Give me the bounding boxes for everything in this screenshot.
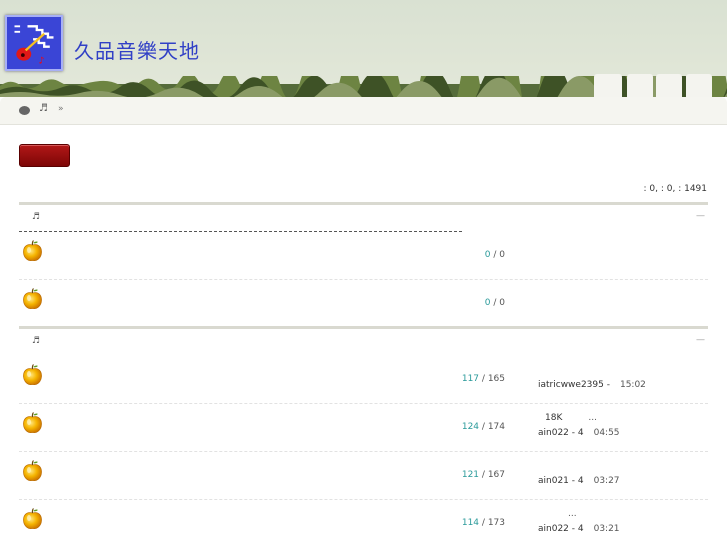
last-post-time: 03:27 xyxy=(593,476,620,486)
forum-row[interactable]: 0 / 0 xyxy=(19,232,708,280)
header-tab-1[interactable] xyxy=(594,74,622,97)
last-post[interactable]: iatricwwe2395 - 15:02 xyxy=(538,356,708,404)
forum-status-icon xyxy=(23,460,42,481)
forum-counts: 0 / 0 xyxy=(484,250,505,260)
header-tab-3[interactable] xyxy=(656,74,682,97)
forum-row[interactable]: 114 / 173 ... ain022 - 4 03:21 xyxy=(19,500,708,545)
site-header: ♪ 久品音樂天地 xyxy=(0,0,727,97)
last-post-ellipsis: ... xyxy=(588,413,597,423)
last-post-time: 03:21 xyxy=(593,524,620,534)
music-note-icon[interactable]: ♬ xyxy=(39,103,48,114)
site-title[interactable]: 久品音樂天地 xyxy=(74,35,200,64)
new-post-button[interactable] xyxy=(19,144,70,167)
forum-counts: 114 / 173 xyxy=(461,518,505,528)
section-header-2: ♬ — xyxy=(19,326,708,355)
collapse-toggle[interactable]: — xyxy=(696,335,705,345)
forum-status-icon xyxy=(23,364,42,385)
forum-status-icon xyxy=(23,288,42,309)
section-header-1: ♬ — xyxy=(19,202,708,231)
last-post-title[interactable]: 18K xyxy=(545,413,562,423)
last-post-user[interactable]: iatricwwe2395 - xyxy=(538,380,610,390)
last-post[interactable]: ... ain022 - 4 03:21 xyxy=(538,500,708,545)
forum-counts: 117 / 165 xyxy=(461,374,505,384)
forum-counts: 124 / 174 xyxy=(461,422,505,432)
forum-stats: : 0, : 0, : 1491 xyxy=(643,184,707,194)
header-tab-2[interactable] xyxy=(627,74,653,97)
last-post[interactable]: ain021 - 4 03:27 xyxy=(538,452,708,500)
forum-status-icon xyxy=(23,240,42,261)
forum-counts: 121 / 167 xyxy=(461,470,505,480)
last-post-time: 04:55 xyxy=(593,428,620,438)
guitar-logo-icon: ♪ xyxy=(7,17,61,69)
last-post-ellipsis: ... xyxy=(568,509,577,519)
forum-counts: 0 / 0 xyxy=(484,298,505,308)
forum-row[interactable]: 0 / 0 xyxy=(19,280,708,328)
forum-status-icon xyxy=(23,508,42,529)
collapse-toggle[interactable]: — xyxy=(696,211,705,221)
breadcrumb-separator: » xyxy=(58,104,64,114)
forum-row[interactable]: 117 / 165 iatricwwe2395 - 15:02 xyxy=(19,356,708,404)
forum-row[interactable]: 124 / 174 18K... ain022 - 4 04:55 xyxy=(19,404,708,452)
last-post-user[interactable]: ain022 - 4 xyxy=(538,524,584,534)
forum-row[interactable]: 121 / 167 ain021 - 4 03:27 xyxy=(19,452,708,500)
forum-status-icon xyxy=(23,412,42,433)
last-post[interactable]: 18K... ain022 - 4 04:55 xyxy=(538,404,708,452)
site-logo[interactable]: ♪ xyxy=(5,15,63,71)
music-note-icon: ♬ xyxy=(32,336,41,346)
svg-text:♪: ♪ xyxy=(39,55,45,66)
last-post-time: 15:02 xyxy=(619,380,646,390)
last-post-user[interactable]: ain022 - 4 xyxy=(538,428,584,438)
music-note-icon: ♬ xyxy=(32,212,41,222)
home-icon[interactable] xyxy=(19,106,30,115)
header-tab-4[interactable] xyxy=(686,74,712,97)
breadcrumb: ♬ » xyxy=(0,97,727,125)
last-post-user[interactable]: ain021 - 4 xyxy=(538,476,584,486)
